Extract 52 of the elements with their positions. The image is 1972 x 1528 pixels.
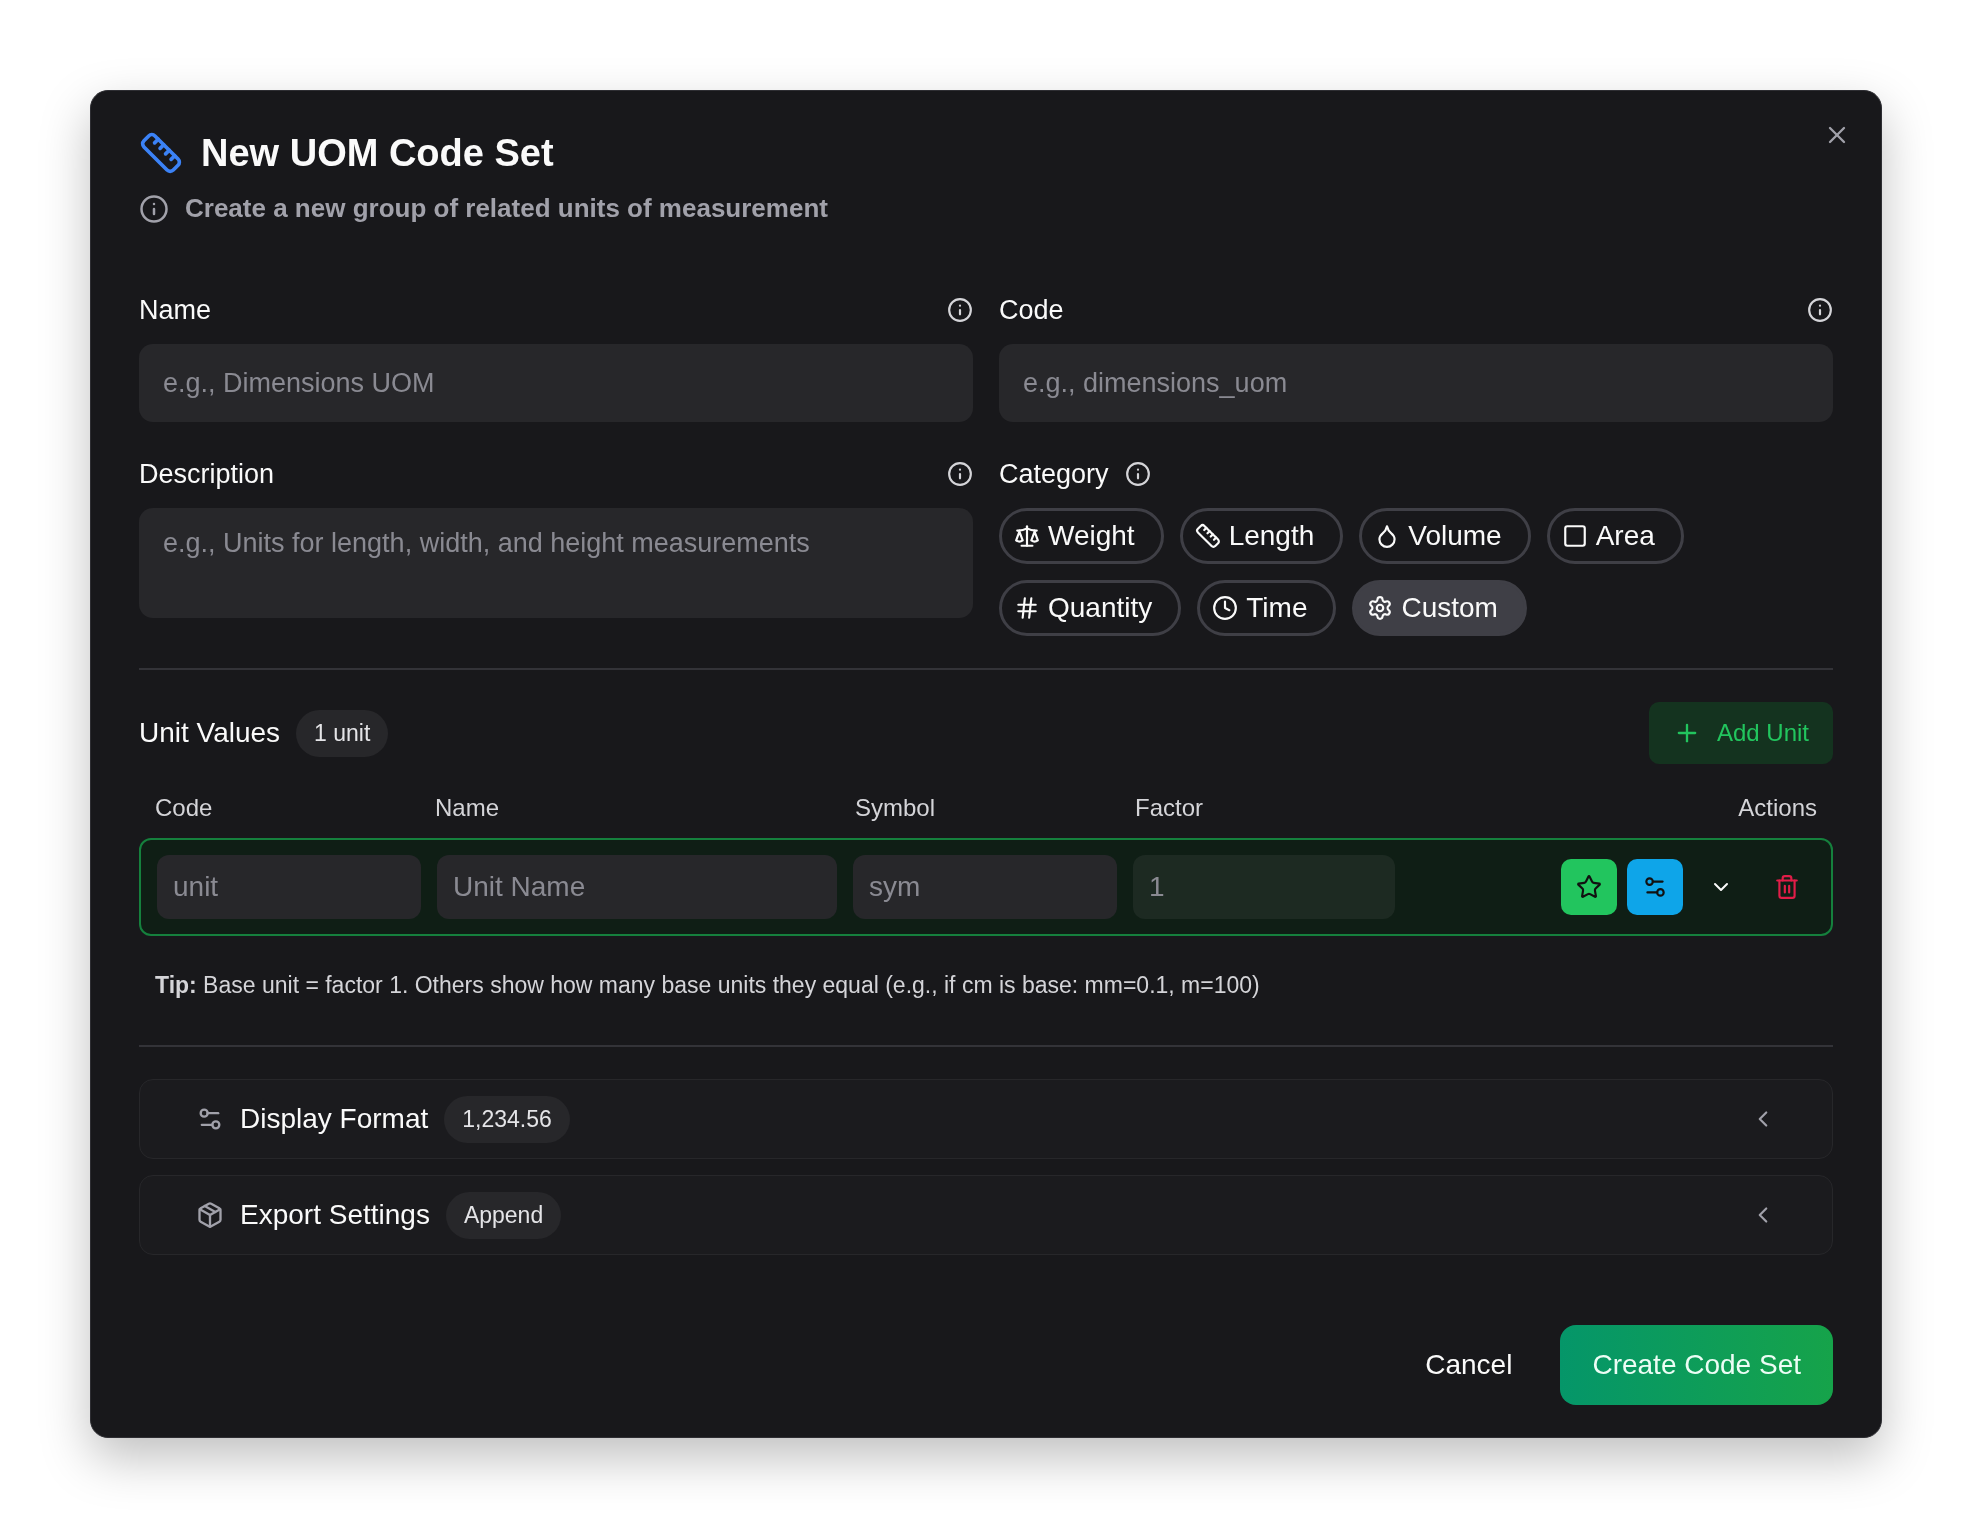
collapsible-section[interactable]: Display Format 1,234.56	[139, 1079, 1833, 1159]
value-badge: Append	[445, 1191, 562, 1239]
category-chip[interactable]: Area	[1546, 508, 1684, 564]
clock-icon	[1212, 595, 1239, 621]
scales-icon	[1014, 523, 1040, 549]
ruler-icon	[139, 131, 183, 175]
sliders-icon	[1642, 874, 1668, 900]
unit-name-field[interactable]: Unit Name	[437, 855, 837, 919]
field-label: Category	[999, 458, 1109, 490]
dialog-title: New UOM Code Set	[201, 131, 554, 175]
box-icon	[196, 1201, 224, 1229]
star-icon	[1576, 874, 1602, 900]
section-title: Unit Values	[139, 717, 281, 749]
category-chip[interactable]: Custom	[1352, 580, 1527, 636]
unit-factor-field[interactable]: 1	[1133, 855, 1395, 919]
column-header: Factor	[1135, 794, 1204, 822]
base-unit-button[interactable]	[1561, 859, 1617, 915]
column-header: Name	[435, 794, 501, 822]
info-icon	[139, 193, 169, 224]
field-label: Name	[139, 294, 212, 326]
info-icon[interactable]	[947, 461, 973, 487]
column-header: Symbol	[855, 794, 937, 822]
unit-symbol-field[interactable]: sym	[853, 855, 1117, 919]
trash-icon	[1774, 874, 1800, 900]
collapsible-section[interactable]: Export Settings Append	[139, 1175, 1833, 1255]
hash-icon	[1014, 595, 1040, 621]
gear-icon	[1367, 595, 1394, 621]
square-icon	[1561, 523, 1588, 549]
info-icon[interactable]	[947, 297, 973, 323]
count-badge: 1 unit	[296, 709, 389, 757]
code-field[interactable]: e.g., dimensions_uom	[999, 344, 1833, 422]
category-chip[interactable]: Quantity	[999, 580, 1182, 636]
column-header: Actions	[1737, 794, 1817, 822]
info-icon[interactable]	[1807, 297, 1833, 323]
info-icon[interactable]	[1124, 461, 1151, 487]
category-chip[interactable]: Length	[1179, 508, 1344, 564]
column-header: Code	[155, 794, 214, 822]
field-label: Code	[999, 294, 1064, 326]
category-chip[interactable]: Weight	[999, 508, 1164, 564]
category-chip[interactable]: Volume	[1359, 508, 1531, 564]
unit-code-field[interactable]: unit	[157, 855, 421, 919]
tip-text: Tip: Base unit = factor 1. Others show how many base units they equal (e.g., if cm is base: mm=0.1, m=100)	[155, 972, 1261, 999]
field-label: Description	[139, 458, 275, 490]
add-unit-button[interactable]: Add Unit	[1648, 702, 1833, 764]
category-chip[interactable]: Time	[1197, 580, 1337, 636]
description-field[interactable]: e.g., Units for length, width, and height measurements	[139, 508, 973, 618]
settings-button[interactable]	[1627, 859, 1683, 915]
cancel-button[interactable]: Cancel	[1417, 1333, 1521, 1397]
value-badge: 1,234.56	[444, 1095, 570, 1143]
dialog-subtitle: Create a new group of related units of measurement	[185, 193, 828, 224]
name-field[interactable]: e.g., Dimensions UOM	[139, 344, 973, 422]
ruler-icon	[1194, 523, 1221, 549]
